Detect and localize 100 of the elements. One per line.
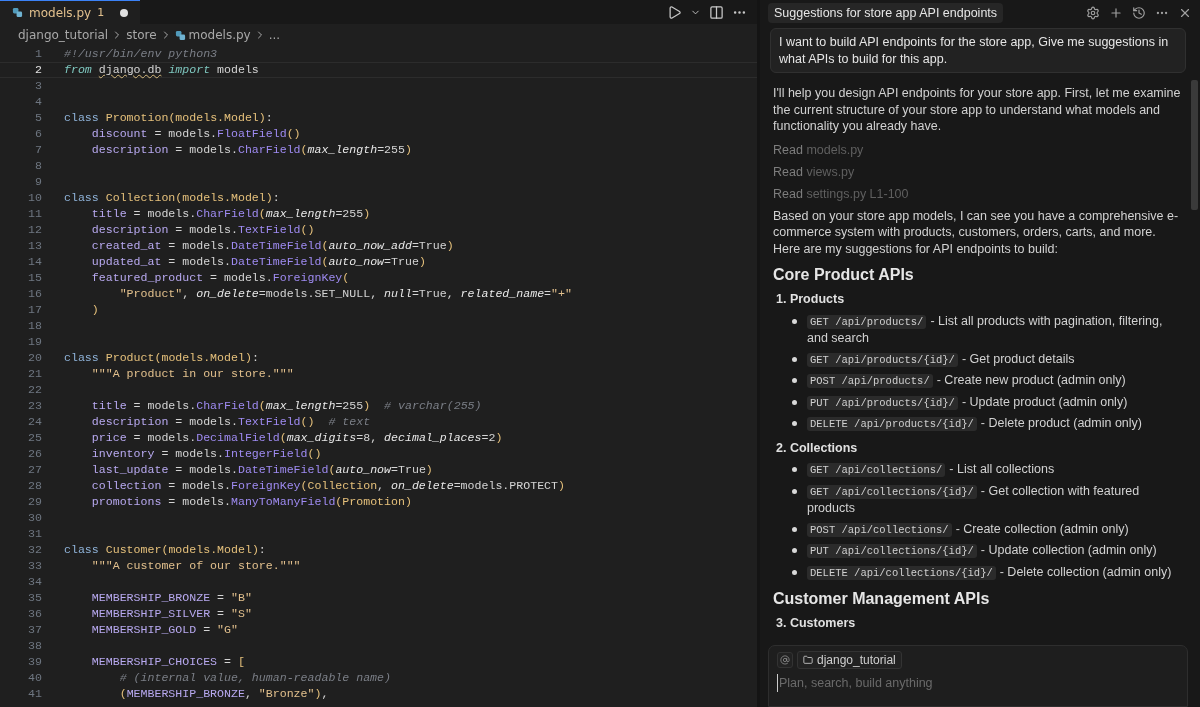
user-message: I want to build API endpoints for the store app, Give me suggestions in what APIs to build for this app. bbox=[770, 28, 1186, 73]
code-line: MEMBERSHIP_BRONZE = "B" bbox=[90, 590, 252, 606]
line-number: 35 bbox=[27, 590, 42, 606]
section-heading: Core Product APIs bbox=[773, 265, 915, 285]
breadcrumb[interactable]: store bbox=[126, 28, 157, 42]
line-number: 8 bbox=[34, 158, 42, 174]
code-line: class Promotion(models.Model): bbox=[64, 110, 273, 126]
code-line: description = models.CharField(max_length=255) bbox=[90, 142, 412, 158]
code-line: title = models.CharField(max_length=255) # varchar(255) bbox=[90, 398, 482, 414]
bullet-icon bbox=[792, 526, 797, 532]
split-editor-icon[interactable] bbox=[709, 4, 724, 20]
code-line: MEMBERSHIP_CHOICES = [ bbox=[90, 654, 245, 670]
bullet-icon bbox=[792, 421, 797, 426]
python-file-icon bbox=[174, 29, 186, 41]
chat-paragraph: Based on your store app models, I can see you have a comprehensive e-commerce system with products, customers, orders, carts, and more. Here are my suggestions for API endpoints to build: bbox=[773, 207, 1180, 257]
line-number: 19 bbox=[27, 334, 42, 350]
scrollbar-thumb[interactable] bbox=[1191, 80, 1198, 210]
line-number: 16 bbox=[27, 286, 42, 302]
code-line: ) bbox=[90, 302, 99, 318]
bullet-icon bbox=[792, 356, 797, 362]
code-line: price = models.DecimalField(max_digits=8, decimal_places=2) bbox=[90, 430, 503, 446]
endpoint-item: GET /api/products/{id}/ - Get product details bbox=[807, 350, 1186, 368]
context-chip[interactable]: django_tutorial bbox=[797, 651, 902, 669]
code-line: #!/usr/bin/env python3 bbox=[64, 46, 218, 62]
endpoint-item: DELETE /api/products/{id}/ - Delete product (admin only) bbox=[807, 415, 1186, 433]
line-number: 10 bbox=[27, 190, 42, 206]
line-number: 28 bbox=[27, 478, 42, 494]
line-number: 39 bbox=[27, 654, 42, 670]
code-line: created_at = models.DateTimeField(auto_now_add=True) bbox=[90, 238, 454, 254]
line-number: 3 bbox=[34, 78, 42, 94]
read-step[interactable]: Read models.py bbox=[773, 141, 1186, 159]
close-icon[interactable] bbox=[1178, 6, 1192, 20]
line-number: 37 bbox=[27, 622, 42, 638]
endpoint-item: GET /api/products/ - List all products with pagination, filtering, and search bbox=[807, 312, 1164, 347]
line-number: 1 bbox=[34, 46, 42, 62]
line-number: 25 bbox=[27, 430, 42, 446]
settings-icon[interactable] bbox=[1086, 6, 1100, 20]
code-line: last_update = models.DateTimeField(auto_now=True) bbox=[90, 462, 433, 478]
code-line: class Product(models.Model): bbox=[64, 350, 259, 366]
code-line: description = models.TextField() # text bbox=[90, 414, 371, 430]
code-line: title = models.CharField(max_length=255) bbox=[90, 206, 371, 222]
read-step[interactable]: Read settings.py L1-100 bbox=[773, 185, 1186, 203]
run-icon[interactable] bbox=[667, 4, 682, 20]
line-number: 12 bbox=[27, 222, 42, 238]
line-number: 11 bbox=[27, 206, 42, 222]
breadcrumb[interactable]: django_tutorial bbox=[18, 28, 109, 42]
code-line: class Collection(models.Model): bbox=[64, 190, 280, 206]
line-number: 22 bbox=[27, 382, 42, 398]
code-line: promotions = models.ManyToManyField(Promotion) bbox=[90, 494, 412, 510]
breadcrumb[interactable]: ... bbox=[268, 28, 281, 42]
line-number: 20 bbox=[27, 350, 42, 366]
line-number: 36 bbox=[27, 606, 42, 622]
endpoint-item: PUT /api/products/{id}/ - Update product (admin only) bbox=[807, 393, 1186, 411]
line-number: 21 bbox=[27, 366, 42, 382]
endpoint-item: PUT /api/collections/{id}/ - Update collection (admin only) bbox=[807, 542, 1186, 560]
line-number: 24 bbox=[27, 414, 42, 430]
tab-title: models.py bbox=[29, 5, 92, 20]
editor-tab[interactable]: models.py 1 bbox=[0, 0, 141, 24]
line-number: 26 bbox=[27, 446, 42, 462]
line-number: 34 bbox=[27, 574, 42, 590]
code-line: class Customer(models.Model): bbox=[64, 542, 266, 558]
line-number: 27 bbox=[27, 462, 42, 478]
line-number: 29 bbox=[27, 494, 42, 510]
breadcrumb[interactable]: models.py bbox=[188, 28, 251, 42]
history-icon[interactable] bbox=[1132, 6, 1146, 20]
line-number: 30 bbox=[27, 510, 42, 526]
endpoint-item: DELETE /api/collections/{id}/ - Delete collection (admin only) bbox=[807, 563, 1186, 581]
line-number: 41 bbox=[27, 686, 42, 702]
bullet-icon bbox=[792, 318, 797, 324]
read-step[interactable]: Read views.py bbox=[773, 163, 1186, 181]
line-number: 5 bbox=[34, 110, 42, 126]
chat-title: Suggestions for store app API endpoints bbox=[768, 3, 1004, 23]
chat-paragraph: I'll help you design API endpoints for your store app. First, let me examine the current structure of your store app to understand what models and functionality you already have. bbox=[773, 85, 1182, 135]
bullet-icon bbox=[792, 488, 797, 494]
line-number: 32 bbox=[27, 542, 42, 558]
code-line: # (internal value, human-readable name) bbox=[118, 670, 391, 686]
bullet-icon bbox=[792, 548, 797, 553]
line-number: 15 bbox=[27, 270, 42, 286]
code-line: MEMBERSHIP_GOLD = "G" bbox=[90, 622, 238, 638]
line-number: 31 bbox=[27, 526, 42, 542]
python-file-icon bbox=[12, 7, 23, 18]
chat-input[interactable]: Plan, search, build anything bbox=[777, 674, 1179, 692]
problem-count: 1 bbox=[97, 6, 105, 19]
line-number: 18 bbox=[27, 318, 42, 334]
endpoint-item: GET /api/collections/{id}/ - Get collection with featured products bbox=[807, 482, 1141, 517]
plus-icon[interactable] bbox=[1109, 6, 1123, 20]
code-line: inventory = models.IntegerField() bbox=[90, 446, 322, 462]
line-number: 4 bbox=[34, 94, 42, 110]
endpoint-item: POST /api/collections/ - Create collection (admin only) bbox=[807, 520, 1186, 538]
code-line: (MEMBERSHIP_BRONZE, "Bronze"), bbox=[118, 686, 329, 702]
chat-composer[interactable]: django_tutorial Plan, search, build anything bbox=[768, 645, 1188, 707]
mention-button[interactable] bbox=[777, 652, 793, 668]
line-number: 6 bbox=[34, 126, 42, 142]
code-line: featured_product = models.ForeignKey( bbox=[90, 270, 350, 286]
bullet-icon bbox=[792, 378, 797, 383]
bullet-icon bbox=[792, 467, 797, 472]
code-line: updated_at = models.DateTimeField(auto_now=True) bbox=[90, 254, 426, 270]
code-line: discount = models.FloatField() bbox=[90, 126, 301, 142]
code-line: MEMBERSHIP_SILVER = "S" bbox=[90, 606, 252, 622]
bullet-icon bbox=[792, 399, 797, 405]
